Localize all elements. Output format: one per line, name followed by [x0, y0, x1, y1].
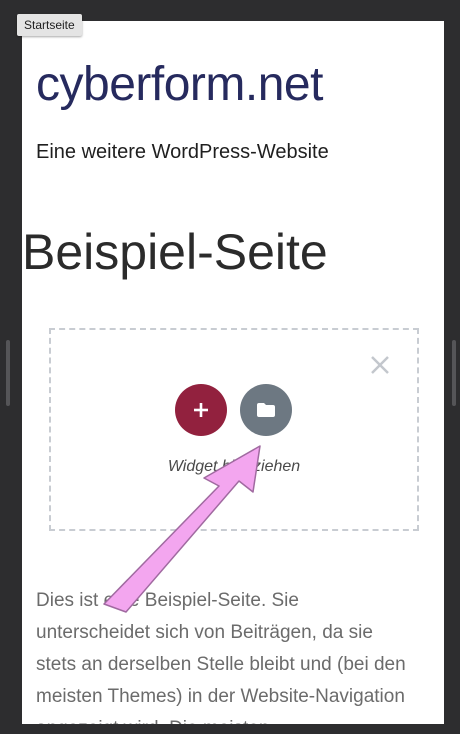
- add-section-button[interactable]: [175, 384, 227, 436]
- site-tagline: Eine weitere WordPress-Website: [36, 141, 329, 163]
- right-resize-handle[interactable]: [452, 340, 456, 406]
- plus-icon: [194, 403, 208, 417]
- widget-drop-zone[interactable]: Widget hier ziehen: [49, 328, 419, 531]
- site-title[interactable]: cyberform.net: [36, 57, 323, 112]
- add-template-button[interactable]: [240, 384, 292, 436]
- page-title: Beispiel-Seite: [22, 224, 328, 280]
- left-resize-handle[interactable]: [6, 340, 10, 406]
- close-icon[interactable]: [368, 353, 392, 377]
- breadcrumb[interactable]: Startseite: [17, 14, 82, 36]
- folder-icon: [257, 403, 275, 417]
- page-preview: cyberform.net Eine weitere WordPress-Web…: [22, 21, 444, 724]
- drop-hint-text: Widget hier ziehen: [167, 458, 301, 475]
- page-paragraph: Dies ist eine Beispiel-Seite. Sie unters…: [36, 590, 406, 724]
